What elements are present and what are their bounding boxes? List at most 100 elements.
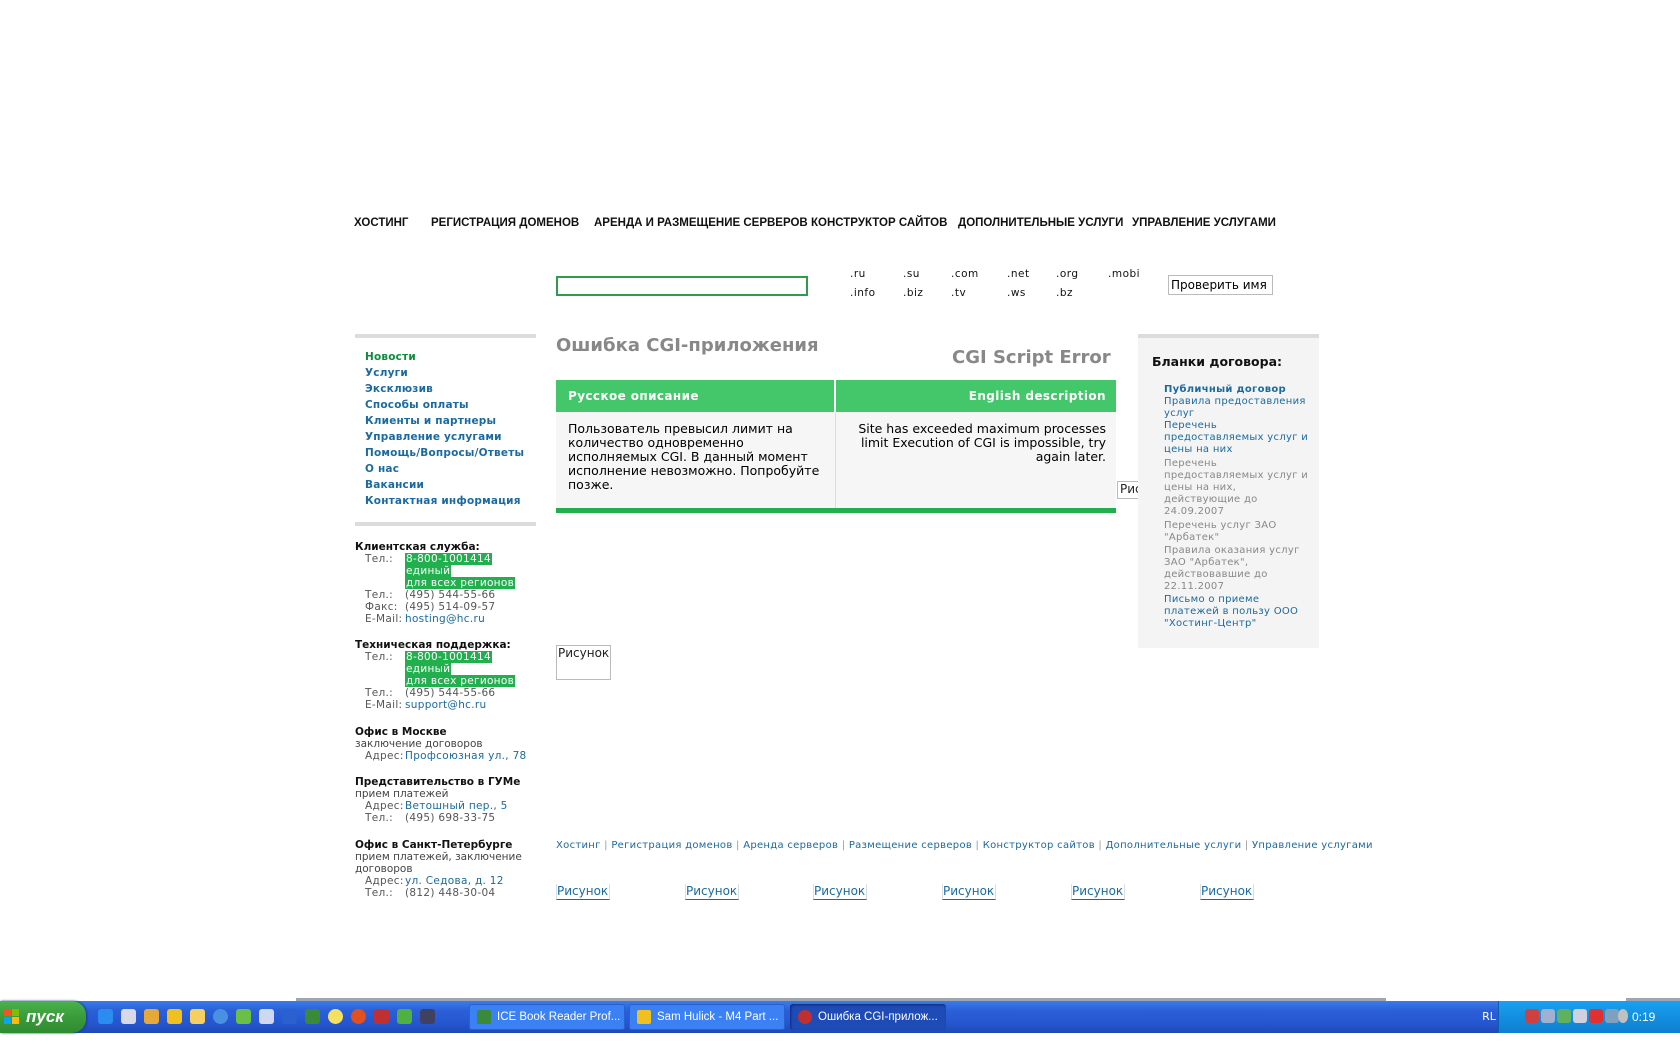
footer-link-extra[interactable]: Дополнительные услуги bbox=[1106, 840, 1242, 851]
client-email-link[interactable]: hosting@hc.ru bbox=[405, 613, 485, 625]
smiley-icon[interactable] bbox=[328, 1009, 343, 1024]
winamp-icon[interactable] bbox=[236, 1009, 251, 1024]
tld-com[interactable]: .com bbox=[951, 268, 979, 280]
task-music-player[interactable]: Sam Hulick - M4 Part ... bbox=[629, 1004, 785, 1030]
tld-su[interactable]: .su bbox=[903, 268, 920, 280]
doc-arbatek-services[interactable]: Перечень услуг ЗАО "Арбатек" bbox=[1164, 520, 1314, 544]
footer-link-hosting[interactable]: Хостинг bbox=[556, 840, 601, 851]
nav-hosting[interactable]: ХОСТИНГ bbox=[354, 217, 408, 229]
alert-tray-icon[interactable] bbox=[1589, 1009, 1603, 1023]
domain-search-input[interactable] bbox=[556, 276, 808, 296]
footer-image-3[interactable]: Рисунок bbox=[813, 884, 867, 900]
task-ice-book-reader[interactable]: ICE Book Reader Prof... bbox=[469, 1004, 625, 1030]
tech-email-label: E-Mail: bbox=[365, 699, 403, 711]
lightning-icon[interactable] bbox=[282, 1009, 297, 1024]
left-nav-help[interactable]: Помощь/Вопросы/Ответы bbox=[365, 447, 524, 459]
left-nav-contacts[interactable]: Контактная информация bbox=[365, 495, 521, 507]
client-tel2: (495) 544-55-66 bbox=[405, 589, 496, 601]
footer-image-2[interactable]: Рисунок bbox=[685, 884, 739, 900]
gum-address-link[interactable]: Ветошный пер., 5 bbox=[405, 800, 508, 812]
task-browser-active[interactable]: Ошибка CGI-прилож... bbox=[790, 1004, 946, 1030]
tld-org[interactable]: .org bbox=[1056, 268, 1079, 280]
nav-domains[interactable]: РЕГИСТРАЦИЯ ДОМЕНОВ bbox=[431, 217, 579, 229]
doc-price-list[interactable]: Перечень предоставляемых услуг и цены на… bbox=[1164, 420, 1314, 456]
moscow-address-label: Адрес: bbox=[365, 750, 404, 762]
footer-link-colocation[interactable]: Размещение серверов bbox=[849, 840, 972, 851]
nav-servers[interactable]: АРЕНДА И РАЗМЕЩЕНИЕ СЕРВЕРОВ bbox=[594, 217, 808, 229]
doc-arbatek-rules[interactable]: Правила оказания услуг ЗАО "Арбатек", де… bbox=[1164, 545, 1314, 593]
spb-tel: (812) 448-30-04 bbox=[405, 887, 496, 899]
browser-icon[interactable] bbox=[351, 1009, 366, 1024]
start-button[interactable]: пуск bbox=[0, 1001, 86, 1033]
tld-ws[interactable]: .ws bbox=[1007, 287, 1026, 299]
clock: 0:19 bbox=[1632, 1010, 1656, 1024]
left-nav-news[interactable]: Новости bbox=[365, 351, 416, 363]
update-tray-icon[interactable] bbox=[1557, 1009, 1571, 1023]
footer-image-5[interactable]: Рисунок bbox=[1071, 884, 1125, 900]
ie-icon[interactable] bbox=[98, 1009, 113, 1024]
tld-bz[interactable]: .bz bbox=[1056, 287, 1073, 299]
left-nav-manage[interactable]: Управление услугами bbox=[365, 431, 502, 443]
folder-icon[interactable] bbox=[144, 1009, 159, 1024]
network-tray-icon[interactable] bbox=[1541, 1009, 1555, 1023]
nav-extra-services[interactable]: ДОПОЛНИТЕЛЬНЫЕ УСЛУГИ bbox=[958, 217, 1123, 229]
footer-image-6[interactable]: Рисунок bbox=[1200, 884, 1254, 900]
error-table: Русское описание English description Пол… bbox=[556, 380, 1116, 513]
nav-manage-services[interactable]: УПРАВЛЕНИЕ УСЛУГАМИ bbox=[1132, 217, 1276, 229]
left-nav-services[interactable]: Услуги bbox=[365, 367, 408, 379]
terminal-icon[interactable] bbox=[420, 1009, 435, 1024]
tld-mobi[interactable]: .mobi bbox=[1108, 268, 1140, 280]
spb-address-link[interactable]: ул. Седова, д. 12 bbox=[405, 875, 504, 887]
clover-icon[interactable] bbox=[397, 1009, 412, 1024]
tool-icon[interactable] bbox=[190, 1009, 205, 1024]
tech-email-link[interactable]: support@hc.ru bbox=[405, 699, 486, 711]
gum-address-label: Адрес: bbox=[365, 800, 404, 812]
footer-link-manage[interactable]: Управление услугами bbox=[1252, 840, 1373, 851]
footer-link-constructor[interactable]: Конструктор сайтов bbox=[983, 840, 1095, 851]
tld-ru[interactable]: .ru bbox=[850, 268, 866, 280]
tech-hotline-note2: для всех регионов bbox=[405, 675, 516, 687]
left-nav-about[interactable]: О нас bbox=[365, 463, 399, 475]
check-domain-button[interactable]: Проверить имя bbox=[1168, 275, 1273, 295]
footer-link-domains[interactable]: Регистрация доменов bbox=[611, 840, 732, 851]
moscow-address-link[interactable]: Профсоюзная ул., 78 bbox=[405, 750, 527, 762]
doc-payment-letter[interactable]: Письмо о приеме платежей в пользу ООО "Х… bbox=[1164, 594, 1314, 630]
nav-constructor[interactable]: КОНСТРУКТОР САЙТОВ bbox=[811, 217, 947, 229]
monitor-tray-icon[interactable] bbox=[1573, 1009, 1587, 1023]
doc-service-rules[interactable]: Правила предоставления услуг bbox=[1164, 396, 1314, 420]
gum-office-subtitle: прием платежей bbox=[355, 788, 449, 800]
page-title-en: CGI Script Error bbox=[952, 347, 1111, 368]
spb-address-label: Адрес: bbox=[365, 875, 404, 887]
book-reader-icon[interactable] bbox=[305, 1009, 320, 1024]
tld-net[interactable]: .net bbox=[1007, 268, 1030, 280]
language-indicator[interactable]: RL bbox=[1480, 1001, 1498, 1033]
client-email-label: E-Mail: bbox=[365, 613, 403, 625]
footer-link-server-rent[interactable]: Аренда серверов bbox=[743, 840, 838, 851]
left-nav-clients[interactable]: Клиенты и партнеры bbox=[365, 415, 496, 427]
acrobat-icon[interactable] bbox=[374, 1009, 389, 1024]
footer-separator: | bbox=[1098, 840, 1103, 851]
word-icon[interactable] bbox=[259, 1009, 274, 1024]
volume-tray-icon[interactable] bbox=[1618, 1009, 1628, 1023]
client-tel2-label: Тел.: bbox=[365, 589, 393, 601]
drive-icon[interactable] bbox=[167, 1009, 182, 1024]
settings-tray-icon[interactable] bbox=[1605, 1009, 1619, 1023]
doc-price-list-old[interactable]: Перечень предоставляемых услуг и цены на… bbox=[1164, 458, 1314, 518]
gum-tel-label: Тел.: bbox=[365, 812, 393, 824]
doc-public-contract[interactable]: Публичный договор bbox=[1164, 384, 1314, 396]
error-table-row: Пользователь превысил лимит на количеств… bbox=[556, 412, 1116, 508]
antivirus-tray-icon[interactable] bbox=[1525, 1009, 1539, 1023]
image-placeholder: Рисунок bbox=[556, 645, 611, 680]
tld-biz[interactable]: .biz bbox=[903, 287, 923, 299]
save-icon[interactable] bbox=[121, 1009, 136, 1024]
moscow-office-title: Офис в Москве bbox=[355, 726, 447, 738]
left-nav-exclusive[interactable]: Эксклюзив bbox=[365, 383, 433, 395]
footer-image-1[interactable]: Рисунок bbox=[556, 884, 610, 900]
tld-info[interactable]: .info bbox=[850, 287, 876, 299]
media-player-icon[interactable] bbox=[213, 1009, 228, 1024]
left-nav-jobs[interactable]: Вакансии bbox=[365, 479, 424, 491]
tld-tv[interactable]: .tv bbox=[951, 287, 966, 299]
client-hotline: 8-800-1001414 bbox=[405, 553, 492, 565]
left-nav-payment[interactable]: Способы оплаты bbox=[365, 399, 469, 411]
footer-image-4[interactable]: Рисунок bbox=[942, 884, 996, 900]
